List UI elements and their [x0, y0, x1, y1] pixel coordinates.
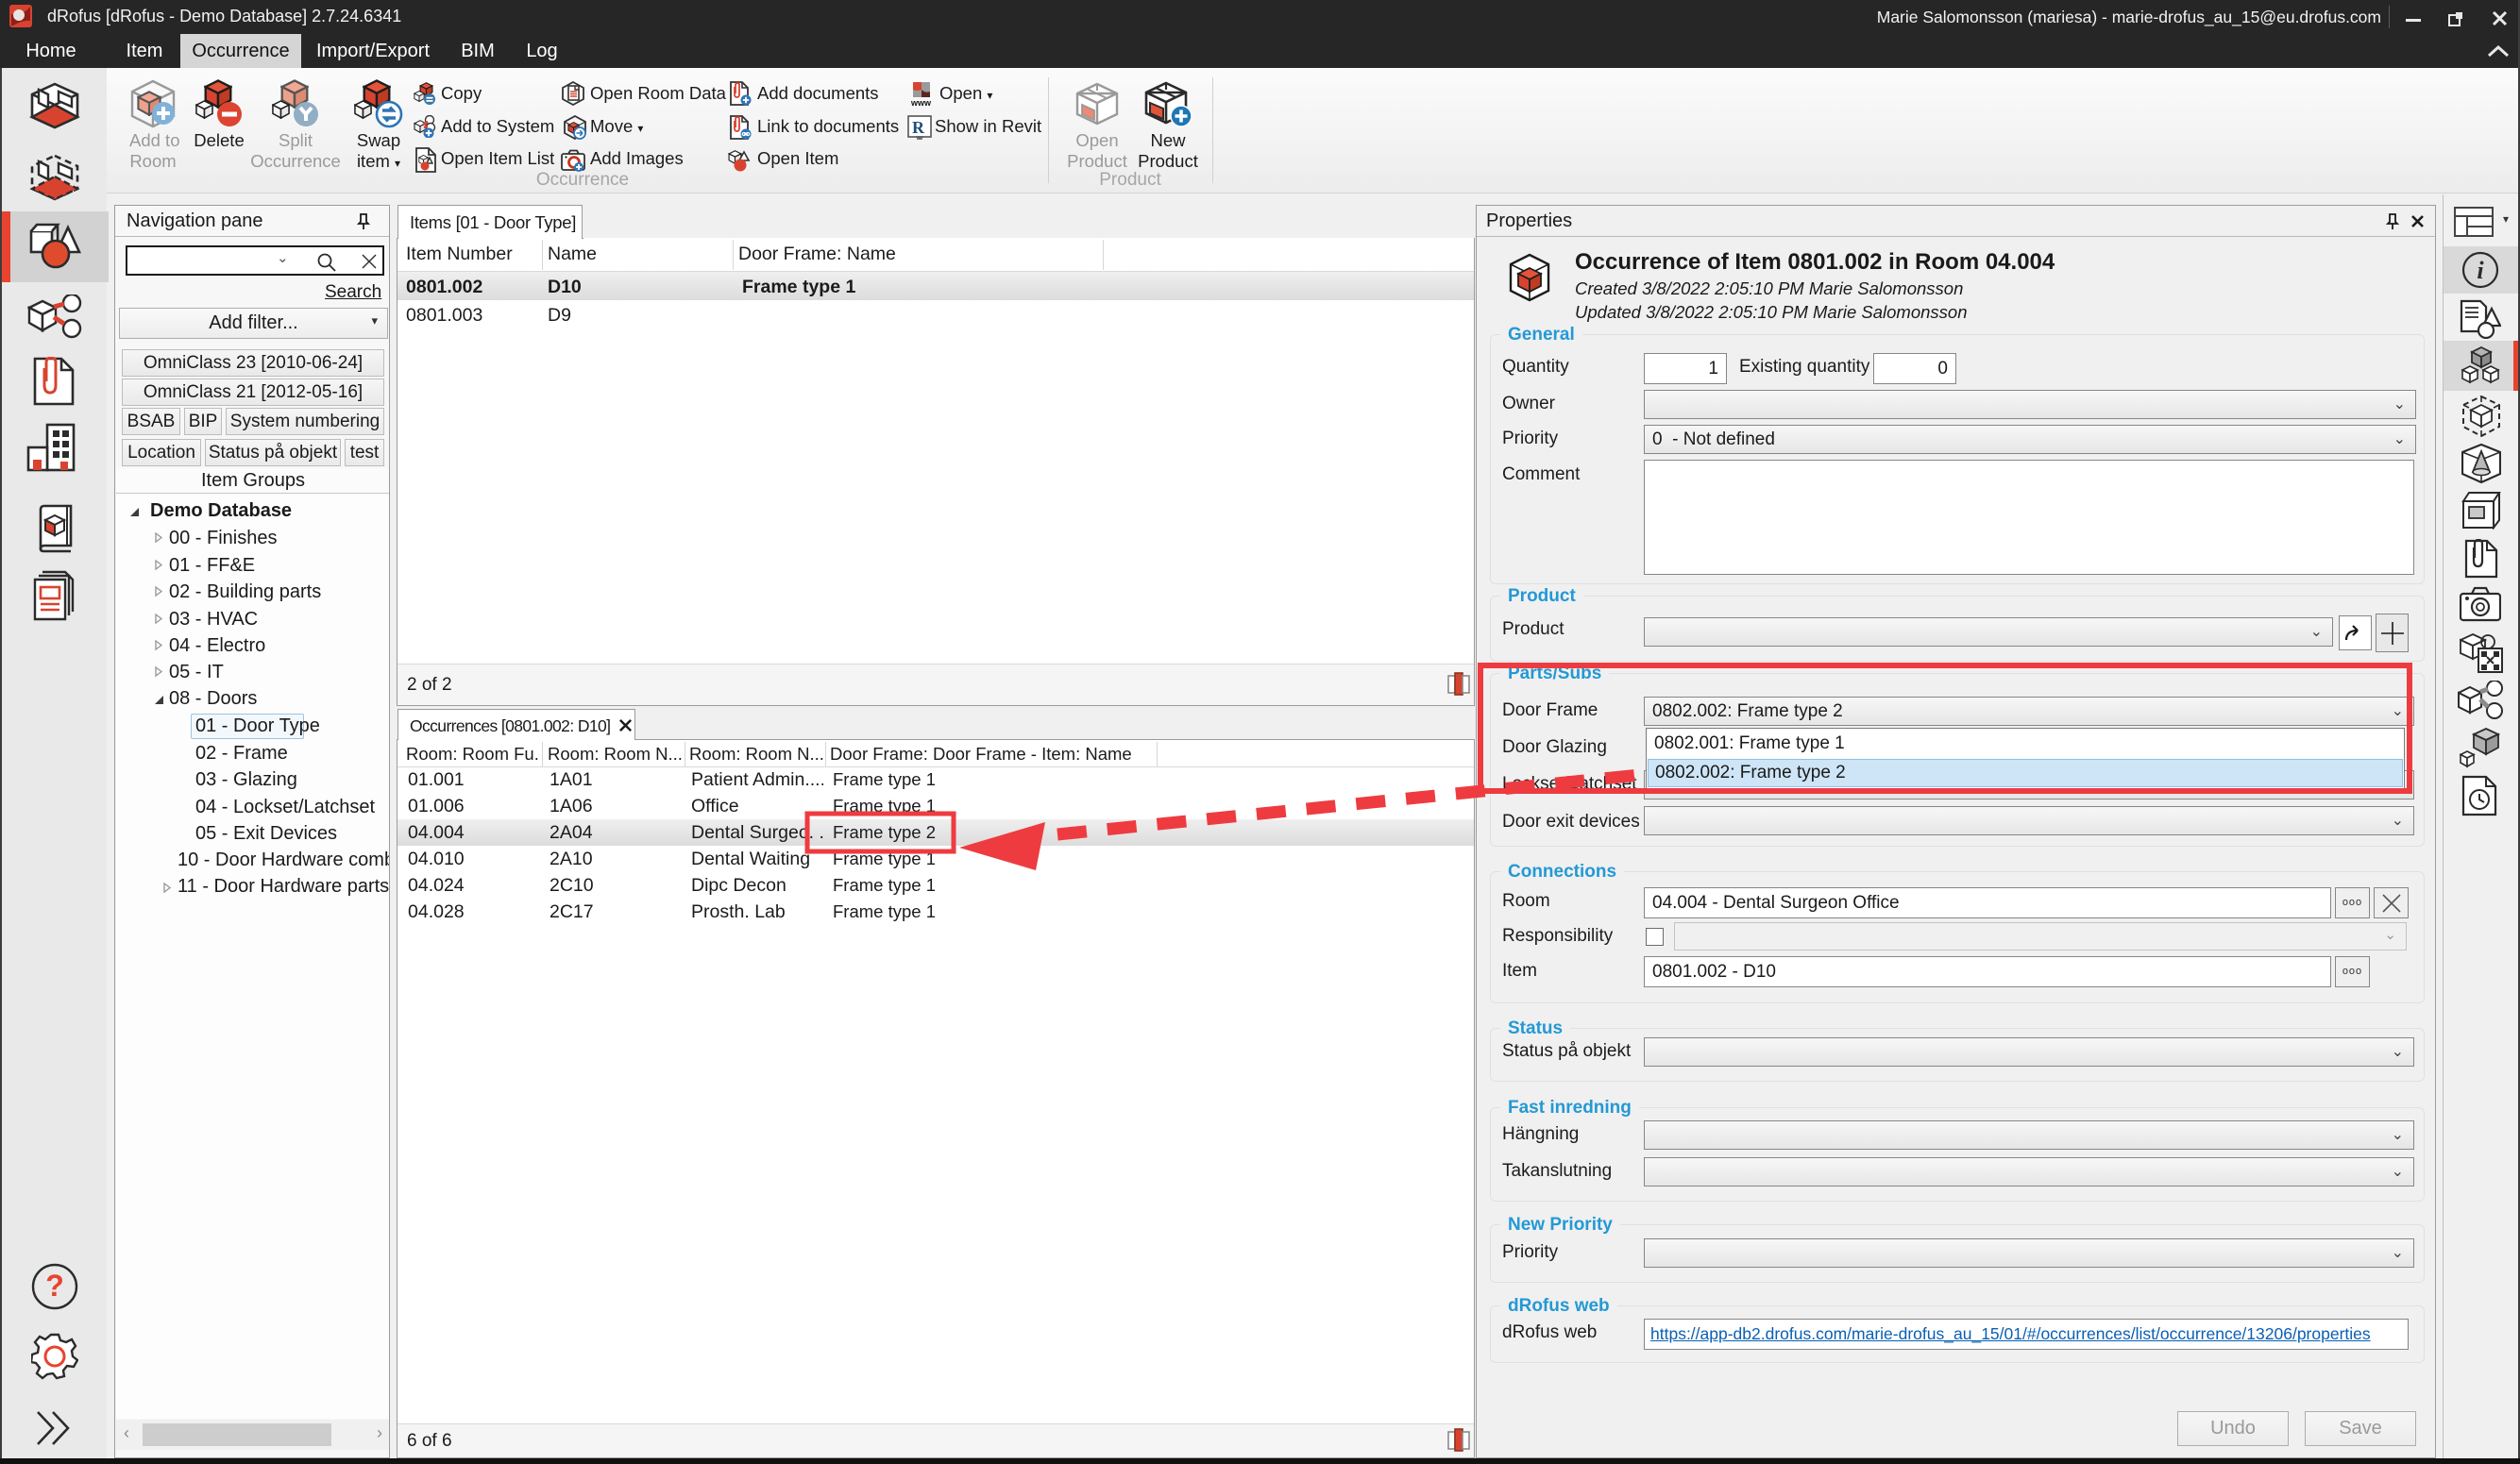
- svg-text:i: i: [2477, 257, 2484, 284]
- svg-text:www: www: [910, 98, 932, 107]
- svg-text:R: R: [912, 118, 925, 137]
- svg-text:?: ?: [45, 1269, 64, 1303]
